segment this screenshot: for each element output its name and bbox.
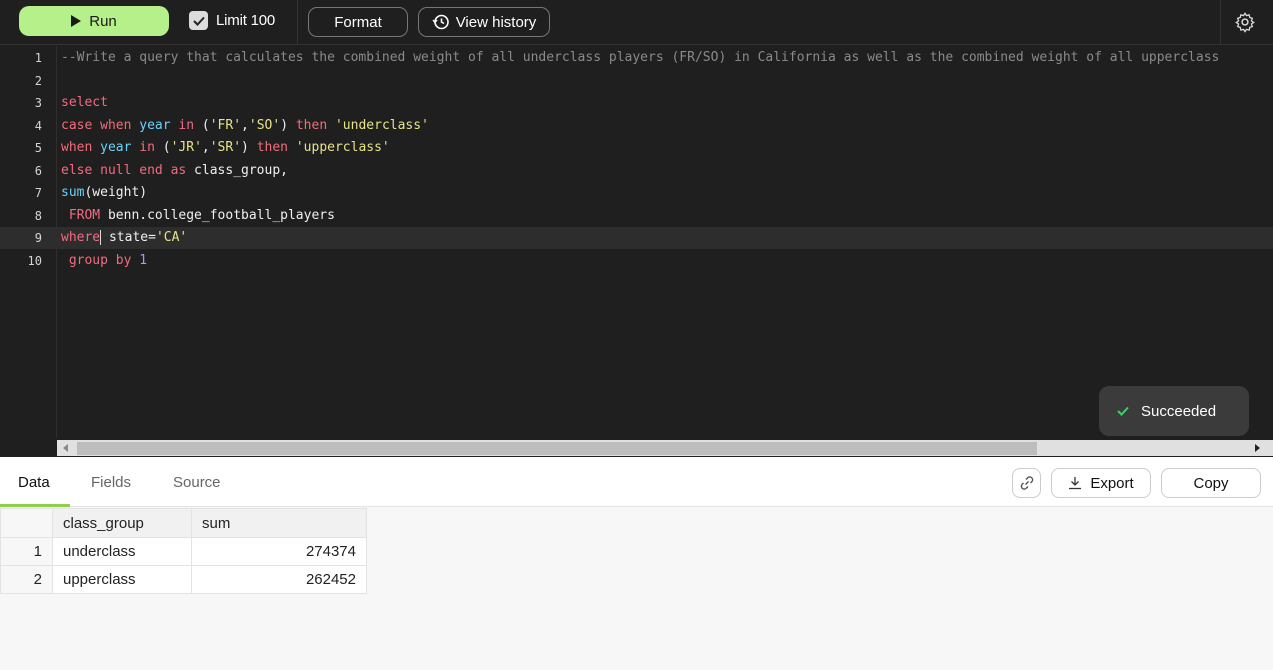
tab-data[interactable]: Data <box>18 474 50 491</box>
limit-label: Limit 100 <box>216 12 276 29</box>
table-row: 1 underclass 274374 <box>0 537 367 566</box>
link-icon <box>1020 476 1033 490</box>
code-line[interactable]: 4 case when year in ('FR','SO') then 'und… <box>0 115 1273 137</box>
download-icon <box>1069 477 1082 490</box>
toolbar-divider <box>297 0 298 45</box>
column-header-sum[interactable]: sum <box>191 508 367 538</box>
code-line[interactable]: 6 else null end as class_group, <box>0 160 1273 182</box>
code-line[interactable]: 1 --Write a query that calculates the com… <box>0 47 1273 69</box>
toast-label: Succeeded <box>1141 402 1217 420</box>
code-line[interactable]: 3 select <box>0 92 1273 114</box>
history-icon <box>432 14 449 30</box>
results-table: class_group sum 1 underclass 274374 2 up… <box>0 508 367 594</box>
scroll-left-icon[interactable] <box>63 444 68 452</box>
code-line[interactable]: 8 FROM benn.college_football_players <box>0 205 1273 227</box>
code-line[interactable]: 7 sum(weight) <box>0 182 1273 204</box>
code-line[interactable]: 10 group by 1 <box>0 250 1273 272</box>
copy-label: Copy <box>1193 474 1229 492</box>
code-text[interactable]: group by 1 <box>61 250 147 272</box>
line-number: 1 <box>34 51 42 65</box>
copy-button[interactable]: Copy <box>1161 468 1261 498</box>
run-button[interactable]: Run <box>19 6 169 36</box>
line-number: 9 <box>34 231 42 245</box>
cell-sum[interactable]: 262452 <box>191 565 367 594</box>
gear-icon[interactable] <box>1234 11 1256 33</box>
toolbar: Run Limit 100 Format View history <box>0 0 1273 45</box>
checkbox-icon[interactable] <box>189 11 208 30</box>
code-text[interactable]: case when year in ('FR','SO') then 'unde… <box>61 115 429 137</box>
row-index: 2 <box>0 565 53 594</box>
history-label: View history <box>455 13 537 31</box>
play-icon <box>71 15 82 27</box>
view-history-button[interactable]: View history <box>418 7 550 37</box>
table-row: 2 upperclass 262452 <box>0 565 367 594</box>
code-text[interactable]: when year in ('JR','SR') then 'upperclas… <box>61 137 390 159</box>
run-label: Run <box>89 12 117 30</box>
code-text[interactable]: else null end as class_group, <box>61 160 288 182</box>
link-button[interactable] <box>1012 468 1041 498</box>
active-tab-indicator <box>0 504 70 507</box>
results-panel: Data Fields Source Export Copy class_gro… <box>0 457 1273 670</box>
row-index-header <box>0 508 53 538</box>
line-number: 5 <box>34 141 42 155</box>
check-icon <box>1117 406 1129 416</box>
limit-toggle[interactable]: Limit 100 <box>189 11 275 30</box>
line-number: 10 <box>27 253 42 268</box>
toolbar-divider <box>1220 0 1221 45</box>
line-number: 6 <box>34 163 42 178</box>
cell-class-group[interactable]: upperclass <box>52 565 192 594</box>
code-text[interactable]: FROM benn.college_football_players <box>61 205 335 227</box>
tab-fields[interactable]: Fields <box>91 474 131 491</box>
success-toast: Succeeded <box>1099 386 1249 436</box>
line-number: 4 <box>34 118 42 133</box>
code-text[interactable]: where state='CA' <box>61 227 187 249</box>
code-text[interactable]: sum(weight) <box>61 182 147 204</box>
code-line[interactable]: 5 when year in ('JR','SR') then 'uppercla… <box>0 137 1273 159</box>
sql-editor-app: Run Limit 100 Format View history 1 --Wri… <box>0 0 1273 670</box>
scroll-right-icon[interactable] <box>1255 444 1260 452</box>
line-number: 8 <box>34 208 42 223</box>
row-index: 1 <box>0 537 53 566</box>
format-button[interactable]: Format <box>308 7 408 37</box>
export-button[interactable]: Export <box>1051 468 1151 498</box>
cell-sum[interactable]: 274374 <box>191 537 367 566</box>
code-editor[interactable]: 1 --Write a query that calculates the com… <box>0 46 1273 438</box>
code-line[interactable]: 2 <box>0 70 1273 92</box>
tab-source[interactable]: Source <box>173 474 221 491</box>
cell-class-group[interactable]: underclass <box>52 537 192 566</box>
table-header-row: class_group sum <box>0 508 367 538</box>
line-number: 7 <box>34 186 42 200</box>
results-tabs: Data Fields Source Export Copy <box>0 457 1273 507</box>
code-line[interactable]: 9 where state='CA' <box>0 227 1273 249</box>
format-label: Format <box>334 13 382 31</box>
column-header-class-group[interactable]: class_group <box>52 508 192 538</box>
line-number: 3 <box>34 96 42 110</box>
code-text[interactable]: --Write a query that calculates the comb… <box>61 47 1219 69</box>
scrollbar-thumb[interactable] <box>77 442 1037 455</box>
export-label: Export <box>1090 474 1134 492</box>
horizontal-scrollbar[interactable] <box>57 440 1273 456</box>
code-text[interactable]: select <box>61 92 108 114</box>
line-number: 2 <box>34 73 42 88</box>
